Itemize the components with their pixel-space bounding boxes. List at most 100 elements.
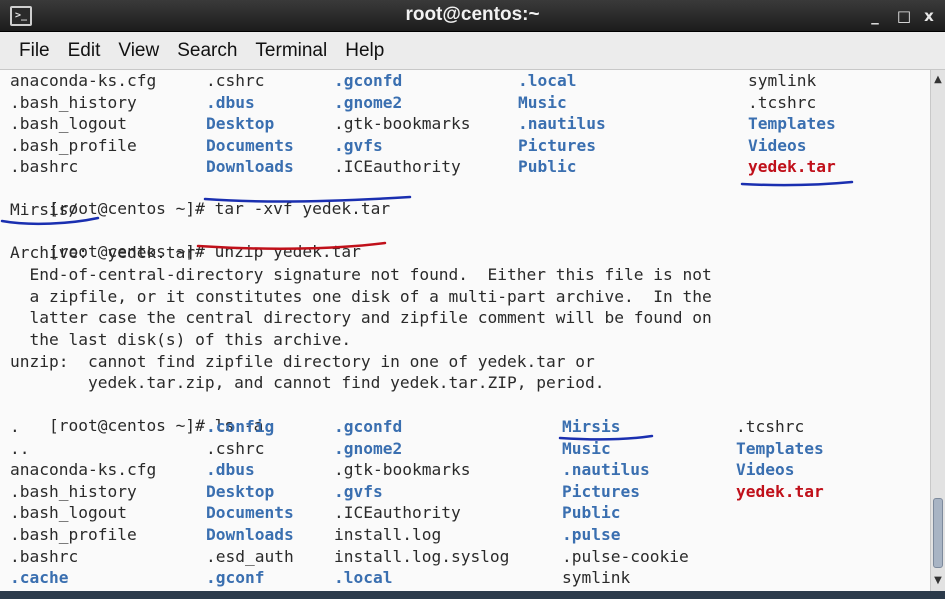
scroll-down-icon[interactable]: ▼ — [931, 573, 945, 589]
minimize-button[interactable]: _ — [864, 5, 886, 27]
window-title: root@centos:~ — [405, 4, 540, 25]
command-text: tar -xvf yedek.tar — [214, 199, 391, 218]
file-entry: .tcshrc — [736, 417, 805, 436]
directory-entry: Music — [518, 92, 567, 112]
output-line: unzip: cannot find zipfile directory in … — [10, 352, 595, 371]
file-entry: .bash_history — [10, 481, 137, 501]
directory-entry: .gvfs — [334, 135, 383, 155]
window-bottom-edge — [0, 591, 945, 599]
menu-terminal[interactable]: Terminal — [246, 40, 336, 62]
file-entry: .bash_profile — [10, 525, 137, 544]
file-entry: .bashrc — [10, 157, 79, 177]
file-entry: .bash_profile — [10, 135, 137, 155]
file-entry: yedek.tar — [736, 481, 824, 501]
directory-entry: .gconfd — [334, 71, 403, 90]
file-entry: .bash_history — [10, 92, 137, 112]
file-entry: symlink — [562, 568, 631, 588]
file-entry: .cshrc — [206, 71, 265, 90]
directory-entry: .dbus — [206, 92, 255, 112]
menu-view[interactable]: View — [109, 40, 168, 62]
listing-row: .bash_logout Desktop .gtk-bookmarks .nautil… — [0, 113, 930, 134]
directory-entry: Templates — [748, 114, 836, 134]
file-entry: .gtk-bookmarks — [334, 460, 471, 480]
listing-row: .bash_profile Documents .gvfs Pictures Video… — [0, 135, 930, 156]
listing-row: anaconda-ks.cfg .cshrc .gconfd .local symlin… — [0, 70, 930, 91]
directory-entry: Pictures — [562, 481, 640, 501]
directory-entry: Videos — [748, 135, 807, 155]
file-entry: .bashrc — [10, 546, 79, 566]
file-entry: .tcshrc — [748, 92, 817, 112]
file-entry: .gtk-bookmarks — [334, 114, 471, 134]
file-entry: .cshrc — [206, 438, 265, 458]
listing-row: .bash_logout Documents .ICEauthority Public — [0, 502, 930, 523]
directory-entry: Downloads — [206, 157, 294, 177]
listing-row: anaconda-ks.cfg .dbus .gtk-bookmarks .nauti… — [0, 459, 930, 480]
listing-row: .bash_history .dbus .gnome2 Music .tcshrc — [0, 92, 930, 113]
command-line: [root@centos ~]# tar -xvf yedek.tar — [10, 177, 390, 218]
file-entry: symlink — [748, 71, 817, 90]
directory-entry: .config — [206, 417, 275, 436]
directory-entry: .nautilus — [518, 114, 606, 134]
directory-entry: Desktop — [206, 114, 275, 134]
directory-entry: .pulse — [562, 525, 621, 544]
file-entry: .esd_auth — [206, 546, 294, 566]
file-entry: install.log.syslog — [334, 546, 510, 566]
directory-entry: Pictures — [518, 135, 596, 155]
listing-row: .bash_history Desktop .gvfs Pictures yedek.t… — [0, 481, 930, 502]
file-entry: .pulse-cookie — [562, 546, 689, 566]
output-line: yedek.tar.zip, and cannot find yedek.tar… — [10, 373, 605, 392]
vertical-scrollbar[interactable]: ▲ ▼ — [930, 70, 945, 591]
directory-entry: .gvfs — [334, 481, 383, 501]
directory-entry: .local — [518, 71, 577, 90]
file-entry: .bash_logout — [10, 114, 127, 134]
menu-search[interactable]: Search — [168, 40, 246, 62]
file-entry: .ICEauthority — [334, 503, 461, 523]
directory-entry: Public — [562, 503, 621, 523]
directory-entry: .cache — [10, 568, 69, 588]
directory-entry: Downloads — [206, 525, 294, 544]
command-line: [root@centos ~]# ls -a — [10, 394, 263, 435]
file-entry: install.log — [334, 525, 442, 544]
output-line: Mirsis/ — [10, 200, 79, 219]
command-text: unzip yedek.tar — [214, 242, 361, 261]
directory-entry: .gnome2 — [334, 438, 403, 458]
file-entry: . — [10, 417, 20, 436]
listing-row: .cache .gconf .local symlink — [0, 567, 930, 588]
file-entry: yedek.tar — [748, 157, 836, 177]
menu-edit[interactable]: Edit — [59, 40, 110, 62]
listing-row: . .config .gconfd Mirsis .tcshrc — [0, 416, 930, 437]
directory-entry: Mirsis — [562, 417, 621, 436]
output-line: a zipfile, or it constitutes one disk of… — [10, 287, 712, 306]
title-bar[interactable]: >_ root@centos:~ _ □ x — [0, 0, 945, 32]
listing-row: .. .cshrc .gnome2 Music Templates — [0, 438, 930, 459]
directory-entry: Desktop — [206, 481, 275, 501]
directory-entry: Documents — [206, 503, 294, 523]
directory-entry: .gnome2 — [334, 92, 403, 112]
directory-entry: .dbus — [206, 460, 255, 480]
maximize-button[interactable]: □ — [893, 5, 915, 27]
file-entry: .bash_logout — [10, 503, 127, 523]
directory-entry: .nautilus — [562, 460, 650, 480]
close-button[interactable]: x — [918, 5, 940, 27]
output-line: latter case the central directory and zi… — [10, 308, 712, 327]
menu-bar: File Edit View Search Terminal Help — [0, 32, 945, 70]
output-line: End-of-central-directory signature not f… — [10, 265, 712, 284]
directory-entry: Music — [562, 438, 611, 458]
menu-help[interactable]: Help — [336, 40, 393, 62]
directory-entry: Templates — [736, 438, 824, 458]
directory-entry: .local — [334, 568, 393, 588]
directory-entry: .gconf — [206, 568, 265, 588]
file-entry: anaconda-ks.cfg — [10, 71, 157, 90]
scroll-thumb[interactable] — [933, 498, 943, 568]
scroll-up-icon[interactable]: ▲ — [931, 72, 945, 88]
listing-row: .bashrc .esd_auth install.log.syslog .pulse… — [0, 546, 930, 567]
output-line: Archive: yedek.tar — [10, 243, 196, 262]
terminal-output[interactable]: [root@centos ~]# tar -xvf yedek.tar Mirs… — [0, 70, 930, 591]
file-entry: .. — [10, 438, 30, 458]
menu-file[interactable]: File — [10, 40, 59, 62]
directory-entry: Documents — [206, 135, 294, 155]
output-line: the last disk(s) of this archive. — [10, 330, 352, 349]
command-line: [root@centos ~]# unzip yedek.tar — [10, 220, 361, 261]
file-entry: anaconda-ks.cfg — [10, 460, 157, 480]
directory-entry: .gconfd — [334, 417, 403, 436]
